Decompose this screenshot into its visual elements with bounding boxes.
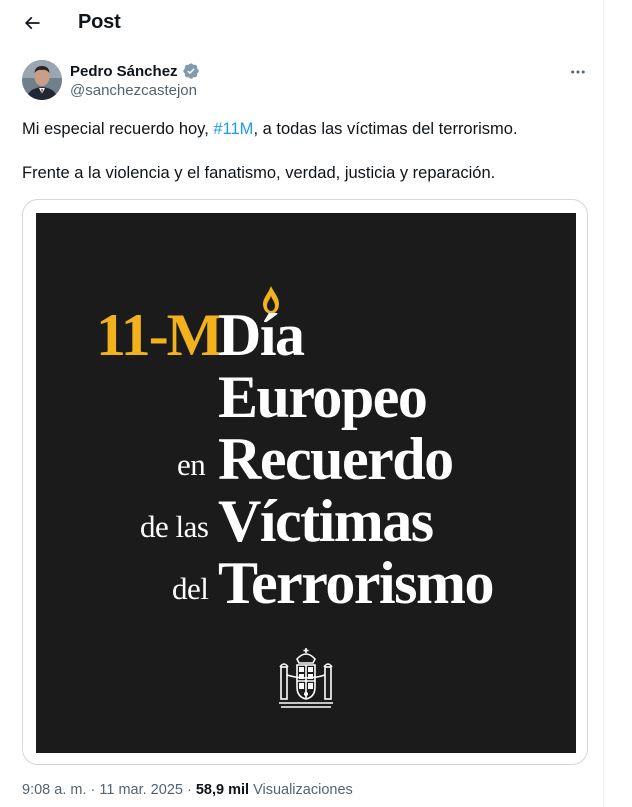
poster-image: 11-M Día Europeo en Recuerdo de las Víct… xyxy=(36,213,576,753)
verified-badge-icon[interactable] xyxy=(182,62,200,80)
post-time[interactable]: 9:08 a. m. xyxy=(22,782,86,798)
poster-europeo: Europeo xyxy=(218,364,428,430)
poster-dia: Día xyxy=(218,302,305,368)
post-media[interactable]: 11-M Día Europeo en Recuerdo de las Víct… xyxy=(22,199,588,765)
more-horizontal-icon xyxy=(571,70,585,74)
post-text-line-2: Frente a la violencia y el fanatismo, ve… xyxy=(22,164,496,182)
poster-de-las: de las xyxy=(140,509,209,544)
avatar[interactable] xyxy=(22,60,62,100)
views-count[interactable]: 58,9 mil xyxy=(196,782,249,798)
poster-recuerdo: Recuerdo xyxy=(218,426,454,492)
poster-del: del xyxy=(172,571,209,606)
avatar-image xyxy=(22,60,62,100)
column-divider xyxy=(603,0,604,807)
post-meta: 9:08 a. m. · 11 mar. 2025 · 58,9 mil Vis… xyxy=(22,782,353,798)
post-date[interactable]: 11 mar. 2025 xyxy=(99,782,183,798)
poster-terrorismo: Terrorismo xyxy=(218,550,494,616)
more-options-button[interactable] xyxy=(566,60,590,84)
arrow-left-icon xyxy=(24,16,40,30)
views-label: Visualizaciones xyxy=(249,782,353,798)
poster-victimas: Víctimas xyxy=(218,488,434,554)
poster-en: en xyxy=(177,447,206,482)
author-handle[interactable]: @sanchezcastejon xyxy=(70,82,197,99)
post-text: Mi especial recuerdo hoy, #11M, a todas … xyxy=(22,118,592,206)
hashtag-link[interactable]: #11M xyxy=(213,120,253,138)
back-button[interactable] xyxy=(14,5,50,41)
coat-of-arms-icon xyxy=(279,648,333,708)
poster-11m: 11-M xyxy=(96,302,223,368)
page-title: Post xyxy=(78,11,121,33)
post-header: Post xyxy=(0,0,603,46)
post-text-line-1: Mi especial recuerdo hoy, #11M, a todas … xyxy=(22,120,518,138)
author-name[interactable]: Pedro Sánchez xyxy=(70,63,178,80)
author-name-row[interactable]: Pedro Sánchez xyxy=(70,62,200,80)
